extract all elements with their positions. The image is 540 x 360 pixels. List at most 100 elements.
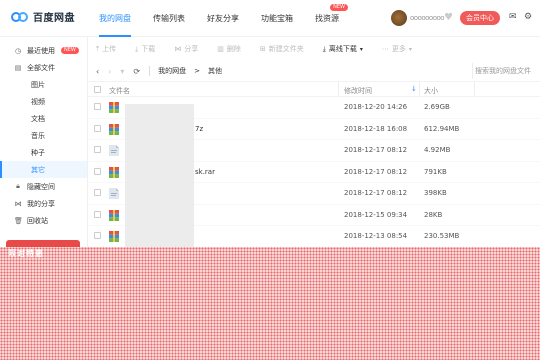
row-checkbox[interactable] — [94, 210, 101, 218]
share-label: 分享 — [184, 45, 199, 53]
more-button[interactable]: ⋯ 更多 ▾ — [382, 44, 412, 54]
sidebar-item-label: 最近使用 — [27, 46, 55, 55]
nav-friend-share[interactable]: 好友分享 — [196, 0, 250, 37]
column-header-size[interactable]: 大小 — [424, 86, 438, 96]
nav-find-resources[interactable]: 找资源 NEW — [304, 0, 350, 37]
file-size: 230.53MB — [424, 232, 460, 240]
sidebar-item-label: 其它 — [31, 165, 45, 174]
file-name[interactable]: 7z — [195, 125, 203, 133]
share-button[interactable]: ⋈ 分享 — [174, 44, 198, 54]
redaction-block — [125, 104, 194, 247]
sidebar-item-recycle-bin[interactable]: 🗑︎ 回收站 — [0, 212, 87, 229]
file-table-header: 文件名 修改时间 ↓ 大小 — [88, 81, 540, 97]
trash-icon: ▥ — [217, 45, 224, 53]
toolbar: ⤒ 上传 ⤓ 下载 ⋈ 分享 ▥ 删除 ⊞ 新建文件夹 ⤓ 离线下载 ▾ ⋯ 更多 ▾ — [88, 37, 540, 61]
file-time: 2018-12-13 08:54 — [344, 232, 408, 240]
gear-icon[interactable]: ⚙ — [524, 12, 532, 22]
sort-down-icon[interactable]: ↓ — [411, 85, 417, 93]
divider — [149, 66, 151, 76]
offline-download-button[interactable]: ⤓ 离线下载 ▾ — [323, 44, 363, 54]
breadcrumb-separator: > — [194, 67, 200, 75]
sidebar-item-recent[interactable]: ◷ 最近使用 NEW — [0, 42, 87, 59]
file-size: 398KB — [424, 189, 447, 197]
row-checkbox[interactable] — [94, 124, 101, 132]
file-size: 2.69GB — [424, 103, 450, 111]
promo-text[interactable]: 限时特惠 — [8, 248, 44, 259]
nav-label: 功能宝箱 — [261, 14, 293, 23]
heart-icon[interactable]: ♥ — [444, 12, 453, 23]
back-arrow-icon[interactable]: ‹ — [96, 67, 99, 76]
folder-plus-icon: ⊞ — [259, 45, 266, 53]
nav-transfer-list[interactable]: 传输列表 — [142, 0, 196, 37]
row-checkbox[interactable] — [94, 189, 101, 196]
sidebar-item-hidden-space[interactable]: 🔒︎ 隐藏空间 — [0, 178, 87, 195]
offline-download-label: 离线下载 — [328, 45, 357, 53]
row-checkbox[interactable] — [94, 232, 101, 239]
new-badge: NEW — [61, 47, 79, 54]
file-time: 2018-12-18 16:08 — [344, 124, 408, 133]
sidebar-item-label: 全部文件 — [27, 63, 55, 72]
sidebar-item-my-shares[interactable]: ⋈ 我的分享 — [0, 195, 87, 212]
sidebar-item-documents[interactable]: 文档 — [0, 110, 87, 127]
sidebar-item-label: 视频 — [31, 97, 45, 106]
nav-label: 找资源 — [315, 14, 339, 23]
sidebar-item-label: 图片 — [31, 80, 45, 89]
delete-label: 删除 — [226, 45, 241, 53]
new-badge: NEW — [330, 4, 348, 11]
sidebar-item-all-files[interactable]: ▤ 全部文件 — [0, 59, 87, 76]
row-checkbox[interactable] — [94, 146, 101, 153]
row-checkbox[interactable] — [94, 103, 101, 110]
top-bar: 百度网盘 我的网盘 传输列表 好友分享 功能宝箱 找资源 NEW oooooooo… — [0, 0, 540, 37]
upload-icon: ⤒ — [96, 44, 100, 53]
column-header-time[interactable]: 修改时间 — [344, 86, 372, 96]
sidebar-item-label: 我的分享 — [27, 199, 55, 208]
chevron-down-icon: ▾ — [408, 45, 412, 53]
file-icon: ▤ — [14, 63, 22, 72]
nav-toolbox[interactable]: 功能宝箱 — [250, 0, 304, 37]
download-icon: ⤓ — [135, 44, 139, 53]
chevron-down-icon: ▾ — [359, 45, 363, 53]
chevron-down-icon[interactable]: ▾ — [120, 67, 124, 76]
lock-icon: 🔒︎ — [16, 182, 20, 190]
forward-arrow-icon[interactable]: › — [108, 67, 111, 76]
refresh-icon[interactable]: ⟳ — [133, 67, 140, 76]
nav-label: 传输列表 — [153, 14, 185, 23]
document-file-icon — [109, 145, 119, 156]
upload-label: 上传 — [102, 45, 117, 53]
file-name[interactable]: sk.rar — [195, 168, 215, 176]
select-all-checkbox[interactable] — [94, 86, 101, 93]
archive-file-icon — [109, 123, 119, 135]
file-size: 791KB — [424, 167, 447, 176]
sidebar-item-images[interactable]: 图片 — [0, 76, 87, 93]
main-nav: 我的网盘 传输列表 好友分享 功能宝箱 找资源 NEW — [88, 0, 350, 37]
path-bar: ‹ › ▾ ⟳ 我的网盘 > 其他 搜索我的网盘文件 — [88, 61, 540, 81]
avatar[interactable] — [391, 10, 407, 26]
sidebar-item-videos[interactable]: 视频 — [0, 93, 87, 110]
sidebar-item-other[interactable]: 其它 — [0, 161, 87, 178]
nav-my-drive[interactable]: 我的网盘 — [88, 0, 142, 37]
row-checkbox[interactable] — [94, 167, 101, 175]
vip-center-button[interactable]: 会员中心 — [460, 11, 500, 25]
file-time: 2018-12-17 08:12 — [344, 189, 408, 197]
logo-text: 百度网盘 — [33, 13, 75, 24]
archive-file-icon — [109, 231, 119, 242]
search-placeholder: 搜索我的网盘文件 — [475, 67, 531, 75]
username[interactable]: ooooooooo — [410, 14, 445, 22]
logo[interactable]: 百度网盘 — [11, 9, 75, 24]
trash-icon: 🗑︎ — [14, 216, 23, 225]
sidebar-item-torrents[interactable]: 种子 — [0, 144, 87, 161]
mail-icon[interactable]: ✉ — [509, 12, 517, 22]
column-header-name[interactable]: 文件名 — [109, 86, 130, 96]
search-input[interactable]: 搜索我的网盘文件 — [472, 63, 540, 79]
download-icon: ⤓ — [322, 44, 326, 53]
more-label: 更多 — [391, 45, 406, 53]
upload-button[interactable]: ⤒ 上传 — [96, 44, 116, 54]
archive-file-icon — [109, 209, 119, 221]
new-folder-button[interactable]: ⊞ 新建文件夹 — [260, 44, 304, 54]
delete-button[interactable]: ▥ 删除 — [217, 44, 241, 54]
breadcrumb-root[interactable]: 我的网盘 — [158, 66, 186, 76]
sidebar-item-music[interactable]: 音乐 — [0, 127, 87, 144]
download-button[interactable]: ⤓ 下载 — [135, 44, 155, 54]
breadcrumb-current: 其他 — [208, 67, 222, 75]
new-folder-label: 新建文件夹 — [268, 45, 304, 53]
